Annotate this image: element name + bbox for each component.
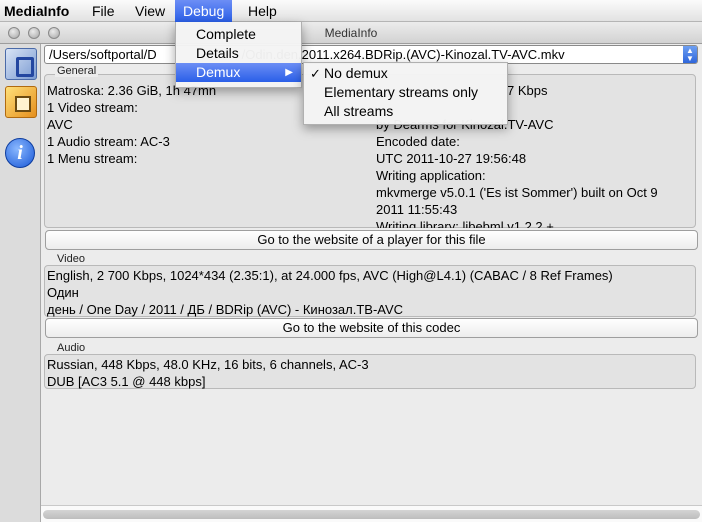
- menu-item-label: No demux: [324, 65, 388, 81]
- debug-menu-item-details[interactable]: Details: [176, 44, 301, 63]
- icon-sidebar: i: [0, 44, 41, 522]
- debug-menu-dropdown: Complete Details Demux ▶: [175, 22, 302, 88]
- audio-line: DUB [AC3 5.1 @ 448 kbps]: [47, 374, 206, 389]
- export-icon[interactable]: [5, 86, 37, 118]
- menu-app-name[interactable]: MediaInfo: [0, 0, 77, 22]
- video-group: English, 2 700 Kbps, 1024*434 (2.35:1), …: [44, 265, 696, 317]
- audio-group-label: Audio: [55, 342, 88, 354]
- menu-item-label: Elementary streams only: [324, 84, 479, 100]
- menu-help[interactable]: Help: [240, 0, 285, 22]
- empty-content-area: [44, 398, 702, 505]
- horizontal-scrollbar[interactable]: [41, 505, 702, 522]
- menu-file[interactable]: File: [84, 0, 123, 22]
- window-titlebar: MediaInfo: [0, 22, 702, 44]
- demux-submenu: ✓ No demux Elementary streams only All st…: [303, 62, 508, 125]
- debug-menu-item-complete[interactable]: Complete: [176, 25, 301, 44]
- menu-item-label: Details: [196, 45, 239, 61]
- window-title: MediaInfo: [324, 26, 378, 40]
- menu-view[interactable]: View: [127, 0, 173, 22]
- debug-menu-item-demux[interactable]: Demux ▶: [176, 63, 301, 82]
- video-group-label: Video: [55, 253, 87, 265]
- scrollbar-thumb[interactable]: [43, 510, 700, 519]
- general-detail-line: 2011 11:55:43: [376, 202, 458, 217]
- video-line: день / One Day / 2011 / ДБ / BDRip (AVC)…: [47, 302, 404, 317]
- general-group-label: General: [55, 65, 99, 77]
- general-detail-line: mkvmerge v5.0.1 ('Es ist Sommer') built …: [376, 185, 658, 200]
- general-detail-line: Writing application:: [376, 168, 486, 183]
- submenu-arrow-icon: ▶: [285, 67, 293, 78]
- general-detail-line: 7 Kbps: [507, 83, 548, 98]
- audio-line: Russian, 448 Kbps, 48.0 KHz, 16 bits, 6 …: [47, 357, 369, 372]
- menu-bar: MediaInfo File View Debug Help: [0, 0, 702, 22]
- general-detail-line: UTC 2011-10-27 19:56:48: [376, 151, 527, 166]
- audio-group: Russian, 448 Kbps, 48.0 KHz, 16 bits, 6 …: [44, 354, 696, 389]
- select-arrows-icon[interactable]: ▲ ▼: [683, 46, 697, 63]
- menu-item-label: Complete: [196, 26, 256, 42]
- menu-item-label: All streams: [324, 103, 394, 119]
- general-detail-line: Encoded date:: [376, 134, 460, 149]
- codec-website-button[interactable]: Go to the website of this codec: [45, 318, 698, 338]
- checkmark-icon: ✓: [310, 66, 321, 81]
- demux-item-no-demux[interactable]: ✓ No demux: [304, 64, 507, 83]
- info-icon[interactable]: i: [5, 138, 35, 168]
- general-line: 1 Video stream:: [47, 100, 138, 115]
- open-file-icon[interactable]: [5, 48, 37, 80]
- general-detail-line: Writing library: libebml v1.2.2 +: [376, 219, 554, 228]
- menu-debug[interactable]: Debug: [175, 0, 233, 22]
- file-path-value: /Users/softportal/D: [49, 47, 157, 62]
- general-line: 1 Audio stream: AC-3: [47, 134, 170, 149]
- demux-item-all-streams[interactable]: All streams: [304, 102, 507, 121]
- demux-item-elementary-streams[interactable]: Elementary streams only: [304, 83, 507, 102]
- video-line: Один: [47, 285, 79, 300]
- general-line: 1 Menu stream:: [47, 151, 138, 166]
- video-line: English, 2 700 Kbps, 1024*434 (2.35:1), …: [47, 268, 613, 283]
- general-line: AVC: [47, 117, 73, 132]
- menu-item-label: Demux: [196, 64, 241, 80]
- player-website-button[interactable]: Go to the website of a player for this f…: [45, 230, 698, 250]
